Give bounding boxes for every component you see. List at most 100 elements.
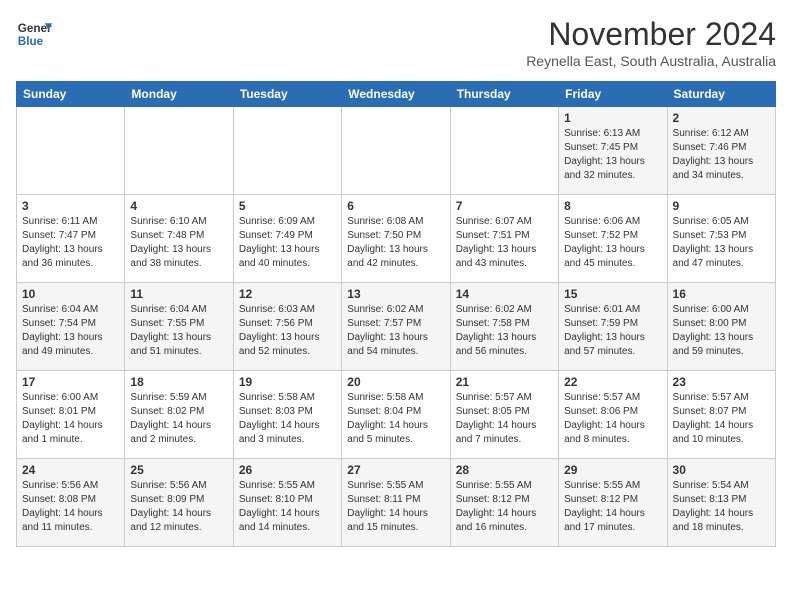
day-number: 24 xyxy=(22,463,119,477)
day-info: Sunrise: 6:02 AM Sunset: 7:58 PM Dayligh… xyxy=(456,303,553,359)
calendar-cell: 5 Sunrise: 6:09 AM Sunset: 7:49 PM Daylig… xyxy=(233,195,341,283)
day-number: 7 xyxy=(456,199,553,213)
svg-text:Blue: Blue xyxy=(18,35,44,48)
calendar-cell xyxy=(125,107,233,195)
weekday-header-sunday: Sunday xyxy=(17,82,125,107)
day-info: Sunrise: 5:55 AM Sunset: 8:10 PM Dayligh… xyxy=(239,479,336,535)
calendar-cell: 1 Sunrise: 6:13 AM Sunset: 7:45 PM Daylig… xyxy=(559,107,667,195)
day-number: 25 xyxy=(130,463,227,477)
calendar-cell xyxy=(17,107,125,195)
day-number: 12 xyxy=(239,287,336,301)
calendar-cell xyxy=(233,107,341,195)
day-number: 16 xyxy=(673,287,770,301)
week-row-2: 10 Sunrise: 6:04 AM Sunset: 7:54 PM Dayli… xyxy=(17,283,776,371)
day-number: 1 xyxy=(564,111,661,125)
calendar-cell: 14 Sunrise: 6:02 AM Sunset: 7:58 PM Dayli… xyxy=(450,283,558,371)
calendar-cell: 20 Sunrise: 5:58 AM Sunset: 8:04 PM Dayli… xyxy=(342,371,450,459)
calendar-cell: 23 Sunrise: 5:57 AM Sunset: 8:07 PM Dayli… xyxy=(667,371,775,459)
day-number: 20 xyxy=(347,375,444,389)
day-info: Sunrise: 6:10 AM Sunset: 7:48 PM Dayligh… xyxy=(130,215,227,271)
day-number: 18 xyxy=(130,375,227,389)
weekday-header-wednesday: Wednesday xyxy=(342,82,450,107)
calendar-cell: 29Sunrise: 5:55 AM Sunset: 8:12 PM Dayli… xyxy=(559,459,667,547)
calendar-cell: 24 Sunrise: 5:56 AM Sunset: 8:08 PM Dayli… xyxy=(17,459,125,547)
day-info: Sunrise: 5:58 AM Sunset: 8:03 PM Dayligh… xyxy=(239,391,336,447)
calendar-cell: 9 Sunrise: 6:05 AM Sunset: 7:53 PM Daylig… xyxy=(667,195,775,283)
calendar-cell: 4 Sunrise: 6:10 AM Sunset: 7:48 PM Daylig… xyxy=(125,195,233,283)
day-info: Sunrise: 6:04 AM Sunset: 7:55 PM Dayligh… xyxy=(130,303,227,359)
day-number: 3 xyxy=(22,199,119,213)
day-number: 30 xyxy=(673,463,770,477)
calendar-cell: 6Sunrise: 6:08 AM Sunset: 7:50 PM Daylig… xyxy=(342,195,450,283)
day-info: Sunrise: 5:56 AM Sunset: 8:08 PM Dayligh… xyxy=(22,479,119,535)
calendar-cell: 21 Sunrise: 5:57 AM Sunset: 8:05 PM Dayli… xyxy=(450,371,558,459)
calendar-cell: 25 Sunrise: 5:56 AM Sunset: 8:09 PM Dayli… xyxy=(125,459,233,547)
weekday-header-tuesday: Tuesday xyxy=(233,82,341,107)
calendar-cell: 2 Sunrise: 6:12 AM Sunset: 7:46 PM Daylig… xyxy=(667,107,775,195)
day-number: 19 xyxy=(239,375,336,389)
title-block: November 2024 Reynella East, South Austr… xyxy=(526,16,776,69)
week-row-1: 3 Sunrise: 6:11 AM Sunset: 7:47 PM Daylig… xyxy=(17,195,776,283)
calendar-cell: 3 Sunrise: 6:11 AM Sunset: 7:47 PM Daylig… xyxy=(17,195,125,283)
logo: General Blue xyxy=(16,16,52,52)
calendar-cell: 16Sunrise: 6:00 AM Sunset: 8:00 PM Dayli… xyxy=(667,283,775,371)
calendar-cell: 27 Sunrise: 5:55 AM Sunset: 8:11 PM Dayli… xyxy=(342,459,450,547)
day-info: Sunrise: 5:57 AM Sunset: 8:06 PM Dayligh… xyxy=(564,391,661,447)
day-info: Sunrise: 6:04 AM Sunset: 7:54 PM Dayligh… xyxy=(22,303,119,359)
day-number: 11 xyxy=(130,287,227,301)
day-info: Sunrise: 6:13 AM Sunset: 7:45 PM Dayligh… xyxy=(564,127,661,183)
day-number: 4 xyxy=(130,199,227,213)
logo-icon: General Blue xyxy=(16,16,52,52)
day-number: 8 xyxy=(564,199,661,213)
day-info: Sunrise: 6:08 AM Sunset: 7:50 PM Dayligh… xyxy=(347,215,444,271)
day-number: 10 xyxy=(22,287,119,301)
day-number: 21 xyxy=(456,375,553,389)
day-info: Sunrise: 6:11 AM Sunset: 7:47 PM Dayligh… xyxy=(22,215,119,271)
calendar-table: SundayMondayTuesdayWednesdayThursdayFrid… xyxy=(16,81,776,547)
day-number: 26 xyxy=(239,463,336,477)
calendar-cell: 28Sunrise: 5:55 AM Sunset: 8:12 PM Dayli… xyxy=(450,459,558,547)
day-number: 15 xyxy=(564,287,661,301)
day-info: Sunrise: 6:05 AM Sunset: 7:53 PM Dayligh… xyxy=(673,215,770,271)
day-info: Sunrise: 6:12 AM Sunset: 7:46 PM Dayligh… xyxy=(673,127,770,183)
calendar-cell: 13Sunrise: 6:02 AM Sunset: 7:57 PM Dayli… xyxy=(342,283,450,371)
calendar-cell: 26 Sunrise: 5:55 AM Sunset: 8:10 PM Dayli… xyxy=(233,459,341,547)
calendar-cell xyxy=(342,107,450,195)
calendar-cell: 12Sunrise: 6:03 AM Sunset: 7:56 PM Dayli… xyxy=(233,283,341,371)
weekday-header-monday: Monday xyxy=(125,82,233,107)
calendar-cell: 7 Sunrise: 6:07 AM Sunset: 7:51 PM Daylig… xyxy=(450,195,558,283)
day-number: 2 xyxy=(673,111,770,125)
day-info: Sunrise: 6:01 AM Sunset: 7:59 PM Dayligh… xyxy=(564,303,661,359)
day-info: Sunrise: 5:59 AM Sunset: 8:02 PM Dayligh… xyxy=(130,391,227,447)
day-info: Sunrise: 6:00 AM Sunset: 8:01 PM Dayligh… xyxy=(22,391,119,447)
weekday-header-row: SundayMondayTuesdayWednesdayThursdayFrid… xyxy=(17,82,776,107)
day-number: 28 xyxy=(456,463,553,477)
day-info: Sunrise: 5:57 AM Sunset: 8:07 PM Dayligh… xyxy=(673,391,770,447)
weekday-header-thursday: Thursday xyxy=(450,82,558,107)
weekday-header-saturday: Saturday xyxy=(667,82,775,107)
day-info: Sunrise: 5:58 AM Sunset: 8:04 PM Dayligh… xyxy=(347,391,444,447)
day-info: Sunrise: 6:09 AM Sunset: 7:49 PM Dayligh… xyxy=(239,215,336,271)
day-number: 14 xyxy=(456,287,553,301)
day-info: Sunrise: 5:54 AM Sunset: 8:13 PM Dayligh… xyxy=(673,479,770,535)
day-info: Sunrise: 5:57 AM Sunset: 8:05 PM Dayligh… xyxy=(456,391,553,447)
calendar-cell: 8Sunrise: 6:06 AM Sunset: 7:52 PM Daylig… xyxy=(559,195,667,283)
calendar-cell: 15 Sunrise: 6:01 AM Sunset: 7:59 PM Dayli… xyxy=(559,283,667,371)
day-number: 5 xyxy=(239,199,336,213)
calendar-cell: 18 Sunrise: 5:59 AM Sunset: 8:02 PM Dayli… xyxy=(125,371,233,459)
day-number: 27 xyxy=(347,463,444,477)
day-info: Sunrise: 5:56 AM Sunset: 8:09 PM Dayligh… xyxy=(130,479,227,535)
calendar-cell: 17 Sunrise: 6:00 AM Sunset: 8:01 PM Dayli… xyxy=(17,371,125,459)
day-number: 23 xyxy=(673,375,770,389)
day-number: 9 xyxy=(673,199,770,213)
month-title: November 2024 xyxy=(526,16,776,53)
calendar-cell: 22Sunrise: 5:57 AM Sunset: 8:06 PM Dayli… xyxy=(559,371,667,459)
week-row-4: 24 Sunrise: 5:56 AM Sunset: 8:08 PM Dayli… xyxy=(17,459,776,547)
day-info: Sunrise: 6:07 AM Sunset: 7:51 PM Dayligh… xyxy=(456,215,553,271)
day-info: Sunrise: 5:55 AM Sunset: 8:11 PM Dayligh… xyxy=(347,479,444,535)
weekday-header-friday: Friday xyxy=(559,82,667,107)
day-number: 13 xyxy=(347,287,444,301)
day-number: 17 xyxy=(22,375,119,389)
calendar-cell xyxy=(450,107,558,195)
calendar-cell: 19 Sunrise: 5:58 AM Sunset: 8:03 PM Dayli… xyxy=(233,371,341,459)
